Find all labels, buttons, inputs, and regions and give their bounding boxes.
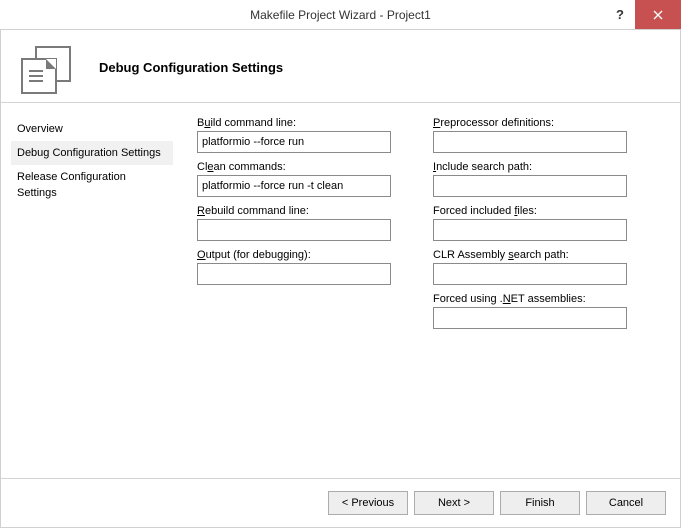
settings-panel: Build command line: Clean commands: Rebu… xyxy=(179,103,680,478)
close-icon xyxy=(653,10,663,20)
forced-included-input[interactable] xyxy=(433,219,627,241)
window-title: Makefile Project Wizard - Project1 xyxy=(250,8,431,22)
page-title: Debug Configuration Settings xyxy=(99,60,283,75)
rebuild-command-label: Rebuild command line: xyxy=(197,205,391,217)
output-label: Output (for debugging): xyxy=(197,249,391,261)
output-input[interactable] xyxy=(197,263,391,285)
clean-commands-input[interactable] xyxy=(197,175,391,197)
rebuild-command-input[interactable] xyxy=(197,219,391,241)
build-command-input[interactable] xyxy=(197,131,391,153)
forced-included-label: Forced included files: xyxy=(433,205,627,217)
clr-path-label: CLR Assembly search path: xyxy=(433,249,627,261)
wizard-icon xyxy=(21,46,71,94)
clr-path-input[interactable] xyxy=(433,263,627,285)
wizard-sidebar: Overview Debug Configuration Settings Re… xyxy=(1,103,179,478)
include-path-input[interactable] xyxy=(433,175,627,197)
sidebar-item-debug-config[interactable]: Debug Configuration Settings xyxy=(11,141,173,165)
close-button[interactable] xyxy=(635,0,681,29)
next-button[interactable]: Next > xyxy=(414,491,494,515)
cancel-button[interactable]: Cancel xyxy=(586,491,666,515)
forced-net-input[interactable] xyxy=(433,307,627,329)
titlebar: Makefile Project Wizard - Project1 ? xyxy=(0,0,681,30)
forced-net-label: Forced using .NET assemblies: xyxy=(433,293,627,305)
wizard-footer: < Previous Next > Finish Cancel xyxy=(1,478,680,527)
preprocessor-label: Preprocessor definitions: xyxy=(433,117,627,129)
preprocessor-input[interactable] xyxy=(433,131,627,153)
finish-button[interactable]: Finish xyxy=(500,491,580,515)
previous-button[interactable]: < Previous xyxy=(328,491,408,515)
help-button[interactable]: ? xyxy=(605,0,635,29)
include-path-label: Include search path: xyxy=(433,161,627,173)
sidebar-item-release-config[interactable]: Release Configuration Settings xyxy=(11,165,173,205)
build-command-label: Build command line: xyxy=(197,117,391,129)
wizard-header: Debug Configuration Settings xyxy=(1,30,680,103)
clean-commands-label: Clean commands: xyxy=(197,161,391,173)
sidebar-item-overview[interactable]: Overview xyxy=(11,117,173,141)
